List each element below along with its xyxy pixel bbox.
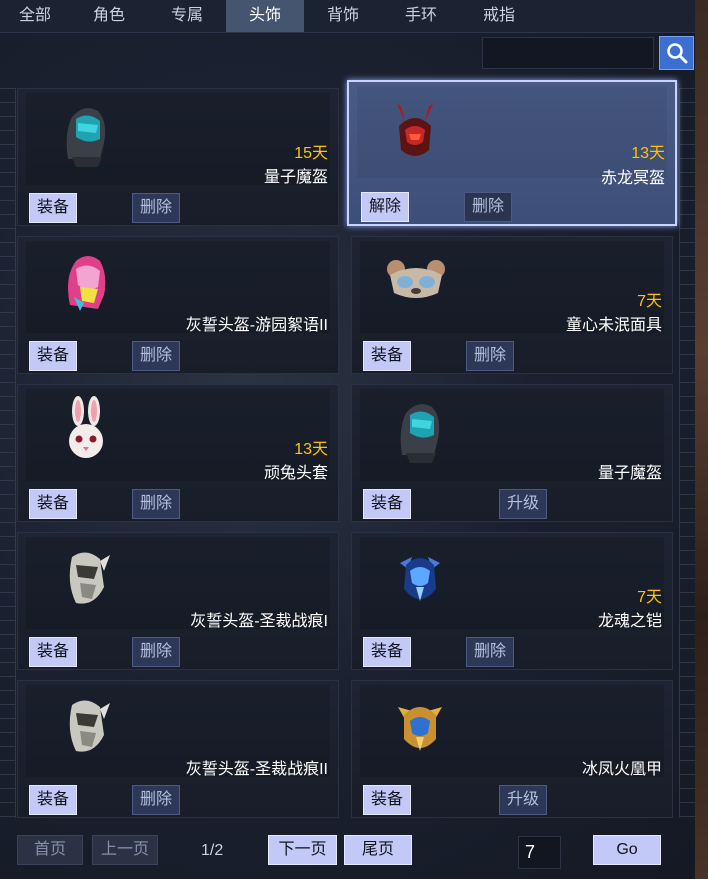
item-card[interactable]: 冰凤火凰甲 装备 升级 [351, 680, 673, 818]
category-tabs: 全部 角色 专属 头饰 背饰 手环 戒指 [0, 0, 695, 33]
upgrade-button[interactable]: 升级 [499, 489, 547, 519]
red-dragon-helmet-icon [397, 104, 433, 156]
equip-button[interactable]: 装备 [363, 341, 411, 371]
tab-headwear[interactable]: 头饰 [226, 0, 304, 32]
item-name: 量子魔盔 [263, 169, 328, 186]
remaining-days: 7天 [637, 589, 662, 606]
remaining-days: 15天 [294, 145, 328, 162]
background-edge [694, 0, 708, 879]
rabbit-head-icon [69, 396, 103, 458]
quantum-helmet-icon [400, 404, 440, 463]
delete-button[interactable]: 删除 [132, 785, 180, 815]
inventory-panel: 全部 角色 专属 头饰 背饰 手环 戒指 15天 量子魔盔 装备 删除 13天 … [0, 0, 695, 879]
unequip-button[interactable]: 解除 [361, 192, 409, 222]
equip-button[interactable]: 装备 [29, 193, 77, 223]
delete-button[interactable]: 删除 [132, 193, 180, 223]
tab-back[interactable]: 背饰 [304, 0, 382, 32]
pink-helmet-icon [68, 256, 106, 311]
next-page-button[interactable]: 下一页 [268, 835, 337, 865]
item-card[interactable]: 量子魔盔 装备 升级 [351, 384, 673, 522]
search-icon [666, 43, 687, 64]
item-name: 赤龙冥盔 [600, 170, 665, 187]
equip-button[interactable]: 装备 [363, 785, 411, 815]
item-card[interactable]: 灰誓头盔-圣裁战痕I 装备 删除 [17, 532, 339, 670]
left-ruler-decoration [0, 88, 16, 818]
silver-helmet-icon [69, 552, 110, 604]
item-card[interactable]: 灰誓头盔-游园絮语II 装备 删除 [17, 236, 339, 374]
item-name: 灰誓头盔-圣裁战痕I [190, 613, 328, 630]
tab-bracelet[interactable]: 手环 [382, 0, 460, 32]
page-jump-input[interactable]: 7 [518, 836, 561, 869]
equip-button[interactable]: 装备 [29, 785, 77, 815]
item-name: 灰誓头盔-游园絮语II [185, 317, 328, 334]
delete-button[interactable]: 删除 [132, 637, 180, 667]
phoenix-helmet-icon [398, 707, 442, 751]
item-card[interactable]: 灰誓头盔-圣裁战痕II 装备 删除 [17, 680, 339, 818]
delete-button[interactable]: 删除 [466, 637, 514, 667]
remaining-days: 13天 [294, 441, 328, 458]
right-ruler-decoration [679, 88, 695, 818]
item-card-selected[interactable]: 13天 赤龙冥盔 解除 删除 [347, 80, 677, 226]
delete-button[interactable]: 删除 [464, 192, 512, 222]
silver-helmet-icon [69, 700, 110, 752]
item-card[interactable]: 7天 童心未泯面具 装备 删除 [351, 236, 673, 374]
tab-exclusive[interactable]: 专属 [148, 0, 226, 32]
search-input[interactable] [482, 37, 654, 69]
delete-button[interactable]: 删除 [132, 489, 180, 519]
item-name: 冰凤火凰甲 [581, 761, 662, 778]
equip-button[interactable]: 装备 [29, 637, 77, 667]
delete-button[interactable]: 删除 [132, 341, 180, 371]
item-card[interactable]: 13天 顽兔头套 装备 删除 [17, 384, 339, 522]
quantum-helmet-icon [66, 108, 106, 167]
dragon-soul-helmet-icon [400, 557, 440, 601]
page-indicator: 1/2 [201, 842, 224, 859]
tab-all[interactable]: 全部 [0, 0, 70, 32]
equip-button[interactable]: 装备 [363, 489, 411, 519]
tab-character[interactable]: 角色 [70, 0, 148, 32]
remaining-days: 7天 [637, 293, 662, 310]
item-name: 灰誓头盔-圣裁战痕II [185, 761, 328, 778]
equip-button[interactable]: 装备 [363, 637, 411, 667]
item-card[interactable]: 15天 量子魔盔 装备 删除 [17, 88, 339, 226]
go-button[interactable]: Go [593, 835, 661, 865]
bear-mask-icon [387, 260, 445, 298]
item-name: 量子魔盔 [597, 465, 662, 482]
delete-button[interactable]: 删除 [466, 341, 514, 371]
last-page-button[interactable]: 尾页 [344, 835, 412, 865]
prev-page-button[interactable]: 上一页 [92, 835, 158, 865]
item-name: 龙魂之铠 [597, 613, 662, 630]
search-button[interactable] [659, 36, 694, 70]
equip-button[interactable]: 装备 [29, 489, 77, 519]
tab-ring[interactable]: 戒指 [460, 0, 538, 32]
equip-button[interactable]: 装备 [29, 341, 77, 371]
first-page-button[interactable]: 首页 [17, 835, 83, 865]
remaining-days: 13天 [631, 145, 665, 162]
item-card[interactable]: 7天 龙魂之铠 装备 删除 [351, 532, 673, 670]
item-name: 童心未泯面具 [565, 317, 662, 334]
item-name: 顽兔头套 [263, 465, 328, 482]
upgrade-button[interactable]: 升级 [499, 785, 547, 815]
